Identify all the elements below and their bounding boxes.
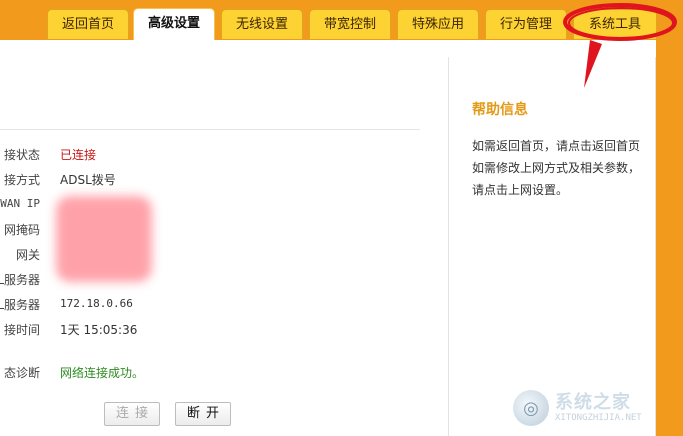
tab-special-applications[interactable]: 特殊应用 [397,9,479,39]
watermark-name: 系统之家 [555,392,631,413]
tab-behavior-management[interactable]: 行为管理 [485,9,567,39]
secondary-dns-value: 172.18.0.66 [60,297,133,310]
connect-button[interactable]: 连接 [104,402,160,426]
help-text: 如需返回首页，请点击返回首页 如需修改上网方式及相关参数，请点击上网设置。 [472,139,641,197]
connection-method-value: ADSL拨号 [60,173,116,187]
disconnect-button[interactable]: 断开 [175,402,231,426]
tab-bandwidth-control[interactable]: 带宽控制 [309,9,391,39]
tab-home[interactable]: 返回首页 [47,9,129,39]
diagnosis-label: 态诊断 [3,366,40,380]
tab-wireless-settings[interactable]: 无线设置 [221,9,303,39]
watermark-url: XITONGZHIJIA.NET [555,413,642,423]
connection-time-value: 1天 15:05:36 [60,323,138,337]
connection-status-label: 接状态 [3,148,40,162]
tab-advanced-settings[interactable]: 高级设置 [133,8,215,41]
section-divider [0,129,420,130]
right-border-strip [656,40,683,436]
watermark-logo-icon: ◎ [513,390,549,426]
watermark: ◎ 系统之家 XITONGZHIJIA.NET [513,386,681,430]
help-title: 帮助信息 [472,102,528,118]
connection-method-label: 接方式 [3,173,40,187]
subnet-mask-label: 网掩码 [3,223,40,237]
gateway-label: 网关 [15,248,40,262]
top-navigation-bar: 返回首页 高级设置 无线设置 带宽控制 特殊应用 行为管理 系统工具 [0,0,683,41]
redacted-values-blur [56,196,152,282]
connection-status-value: 已连接 [60,148,97,162]
primary-dns-label: L服务器 [0,273,40,287]
watermark-text-block: 系统之家 XITONGZHIJIA.NET [555,392,642,424]
tab-system-tools[interactable]: 系统工具 [573,9,657,39]
wan-ip-label: WAN IP [0,197,40,210]
secondary-dns-label: L服务器 [0,298,40,312]
diagnosis-value: 网络连接成功。 [60,366,145,380]
connection-time-label: 接时间 [3,323,40,337]
